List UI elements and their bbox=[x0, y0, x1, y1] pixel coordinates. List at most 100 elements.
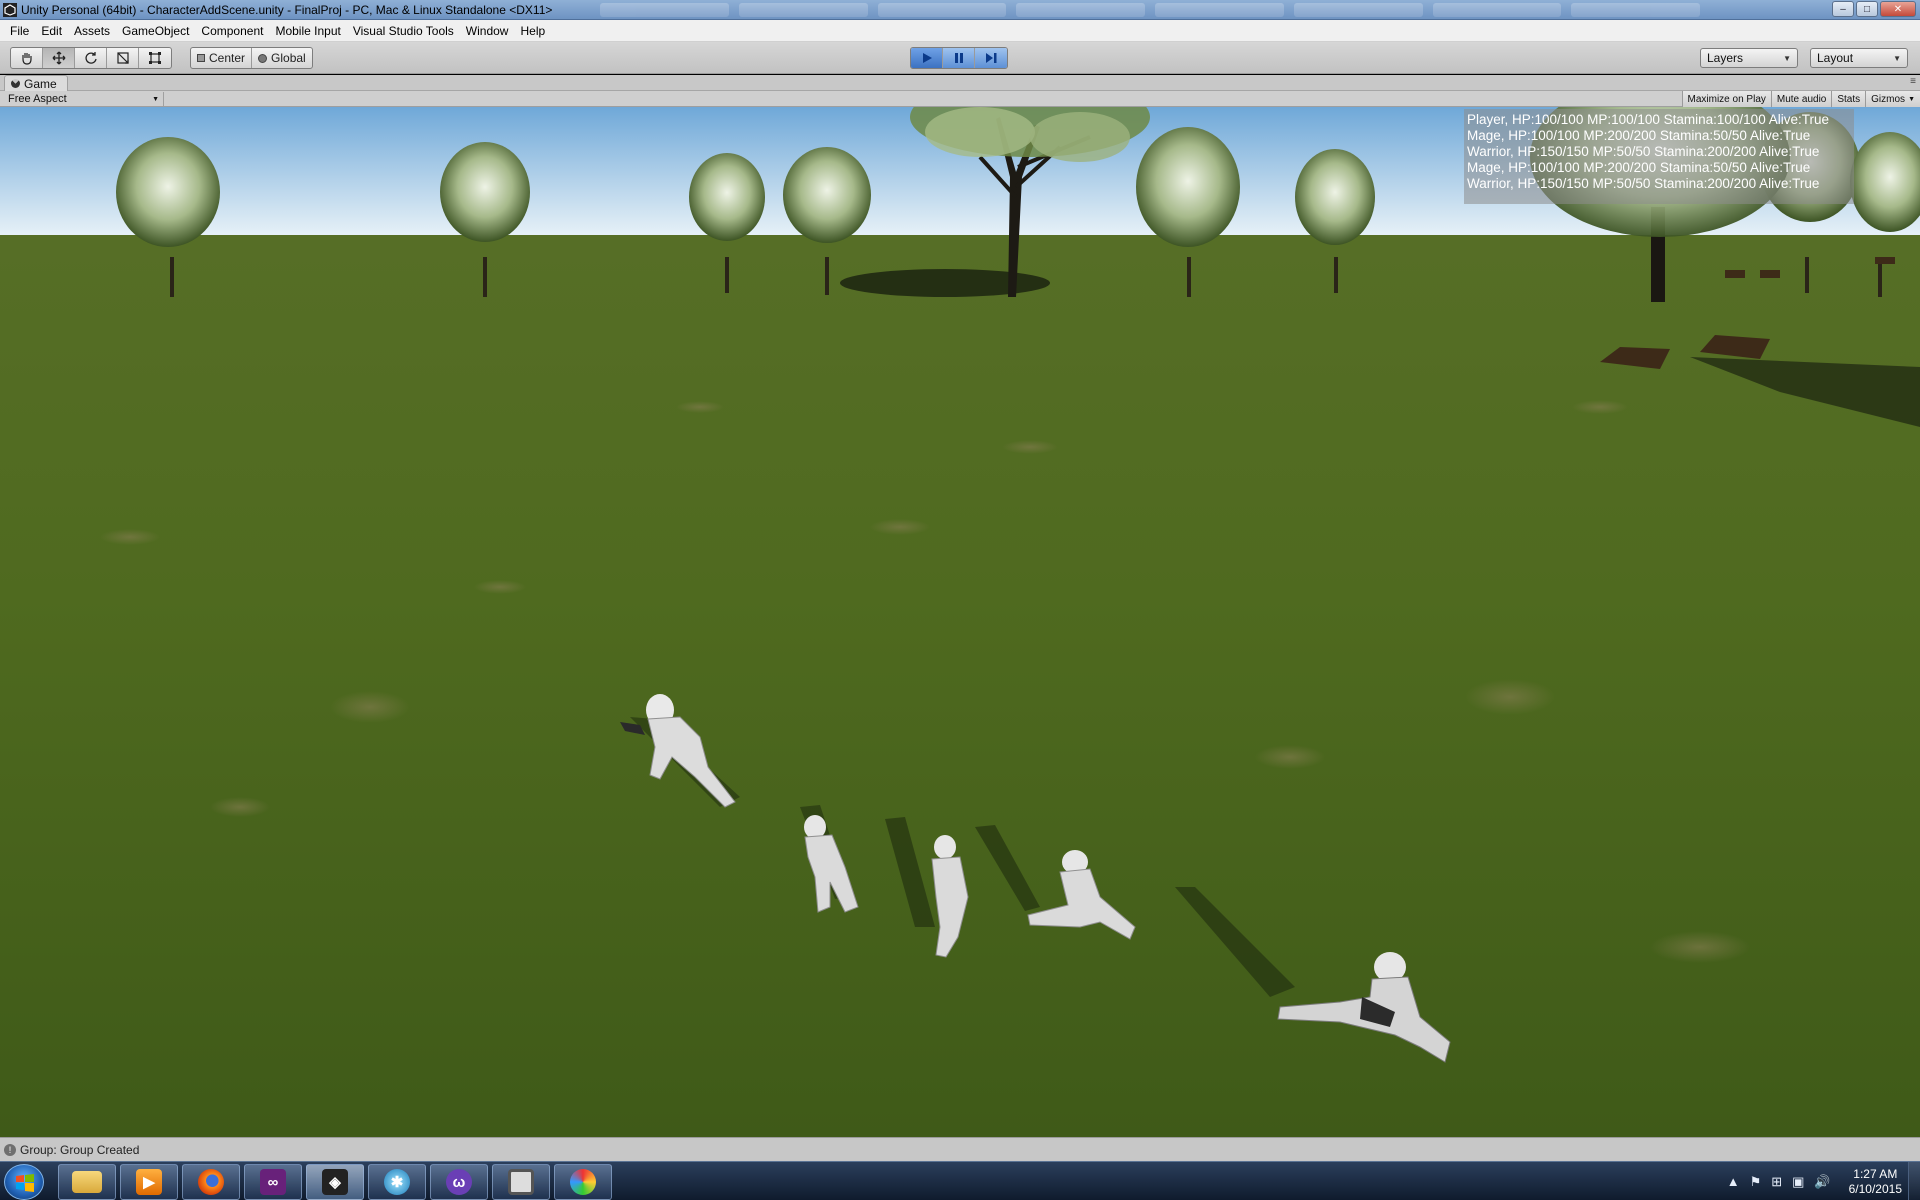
pivot-center-label: Center bbox=[209, 51, 246, 65]
dropdown-arrow-icon: ▼ bbox=[152, 95, 159, 103]
taskbar-blank-app[interactable] bbox=[492, 1164, 550, 1200]
step-button[interactable] bbox=[975, 48, 1007, 68]
cat-app-icon: ω bbox=[446, 1169, 472, 1195]
rotate-tool-button[interactable] bbox=[75, 48, 107, 68]
globe-icon bbox=[258, 53, 268, 63]
volume-icon[interactable]: 🔊 bbox=[1814, 1174, 1830, 1190]
taskbar-paint[interactable] bbox=[554, 1164, 612, 1200]
layout-label: Layout bbox=[1817, 51, 1854, 65]
aspect-label: Free Aspect bbox=[8, 93, 67, 105]
pivot-global-button[interactable]: Global bbox=[252, 48, 312, 68]
visual-studio-icon: ∞ bbox=[260, 1169, 286, 1195]
game-panel-tabbar: Game ≡ bbox=[0, 75, 1920, 91]
taskbar-firefox[interactable] bbox=[182, 1164, 240, 1200]
grass-field bbox=[0, 235, 1920, 1137]
clock-date: 6/10/2015 bbox=[1848, 1181, 1902, 1196]
game-panel-controls: Free Aspect ▼ Maximize on Play Mute audi… bbox=[0, 91, 1920, 107]
tab-game[interactable]: Game bbox=[4, 75, 68, 91]
game-tab-label: Game bbox=[24, 76, 57, 91]
dropdown-arrow-icon: ▼ bbox=[1908, 95, 1915, 103]
menu-mobile-input[interactable]: Mobile Input bbox=[269, 20, 346, 42]
transform-tools bbox=[10, 47, 172, 69]
scale-tool-button[interactable] bbox=[107, 48, 139, 68]
start-button[interactable] bbox=[4, 1164, 44, 1200]
show-hidden-icons-icon[interactable]: ▲ bbox=[1727, 1174, 1740, 1189]
blank-app-icon bbox=[508, 1169, 534, 1195]
rect-icon bbox=[149, 52, 161, 64]
taskbar-media-player[interactable]: ▶ bbox=[120, 1164, 178, 1200]
play-button[interactable] bbox=[911, 48, 943, 68]
maximize-on-play-toggle[interactable]: Maximize on Play bbox=[1681, 91, 1771, 107]
stats-line-player: Player, HP:100/100 MP:100/100 Stamina:10… bbox=[1467, 112, 1829, 127]
pause-button[interactable] bbox=[943, 48, 975, 68]
character-stats-overlay: Player, HP:100/100 MP:100/100 Stamina:10… bbox=[1464, 109, 1854, 204]
close-button[interactable]: ✕ bbox=[1880, 1, 1916, 17]
menu-assets[interactable]: Assets bbox=[68, 20, 116, 42]
main-toolbar: Center Global Layers ▼ Layout ▼ bbox=[0, 42, 1920, 74]
taskbar-visual-studio[interactable]: ∞ bbox=[244, 1164, 302, 1200]
media-player-icon: ▶ bbox=[136, 1169, 162, 1195]
play-controls bbox=[910, 47, 1008, 69]
menu-edit[interactable]: Edit bbox=[35, 20, 68, 42]
windows-logo-icon bbox=[16, 1174, 34, 1192]
dropdown-arrow-icon: ▼ bbox=[1893, 53, 1901, 63]
hand-icon bbox=[21, 53, 32, 65]
show-desktop-button[interactable] bbox=[1908, 1162, 1920, 1200]
taskbar-app[interactable]: ✱ bbox=[368, 1164, 426, 1200]
taskbar-cat-app[interactable]: ω bbox=[430, 1164, 488, 1200]
taskbar-unity[interactable]: ◈ bbox=[306, 1164, 364, 1200]
rect-tool-button[interactable] bbox=[139, 48, 171, 68]
firefox-icon bbox=[198, 1169, 224, 1195]
menu-visual-studio-tools[interactable]: Visual Studio Tools bbox=[347, 20, 460, 42]
gizmos-label: Gizmos bbox=[1871, 93, 1906, 105]
mute-audio-toggle[interactable]: Mute audio bbox=[1770, 91, 1832, 107]
scale-icon bbox=[116, 52, 129, 64]
maximize-button[interactable]: □ bbox=[1856, 1, 1878, 17]
stats-toggle[interactable]: Stats bbox=[1831, 91, 1866, 107]
panel-menu-icon[interactable]: ≡ bbox=[1910, 76, 1916, 87]
aspect-dropdown[interactable]: Free Aspect ▼ bbox=[4, 92, 164, 106]
minimize-button[interactable]: – bbox=[1832, 1, 1854, 17]
game-pacman-icon bbox=[11, 79, 20, 88]
move-tool-button[interactable] bbox=[43, 48, 75, 68]
stats-line-warrior-2: Warrior, HP:150/150 MP:50/50 Stamina:200… bbox=[1467, 176, 1820, 191]
step-icon bbox=[986, 53, 997, 63]
menu-file[interactable]: File bbox=[4, 20, 35, 42]
paint-icon bbox=[570, 1169, 596, 1195]
menu-bar: File Edit Assets GameObject Component Mo… bbox=[0, 20, 1920, 42]
stats-line-warrior-1: Warrior, HP:150/150 MP:50/50 Stamina:200… bbox=[1467, 144, 1820, 159]
status-message: Group: Group Created bbox=[20, 1142, 140, 1157]
clock-time: 1:27 AM bbox=[1853, 1166, 1898, 1181]
unity-icon: ◈ bbox=[322, 1169, 348, 1195]
game-viewport[interactable]: Player, HP:100/100 MP:100/100 Stamina:10… bbox=[0, 107, 1920, 1137]
hand-tool-button[interactable] bbox=[11, 48, 43, 68]
window-titlebar: Unity Personal (64bit) - CharacterAddSce… bbox=[0, 0, 1920, 20]
taskbar-explorer[interactable] bbox=[58, 1164, 116, 1200]
action-center-flag-icon[interactable]: ⚑ bbox=[1750, 1174, 1762, 1190]
menu-gameobject[interactable]: GameObject bbox=[116, 20, 195, 42]
gizmos-dropdown[interactable]: Gizmos ▼ bbox=[1865, 91, 1920, 107]
layers-label: Layers bbox=[1707, 51, 1744, 65]
console-status-bar[interactable]: ! Group: Group Created bbox=[0, 1137, 1920, 1161]
network-icon[interactable]: ▣ bbox=[1792, 1174, 1804, 1190]
dropdown-arrow-icon: ▼ bbox=[1783, 53, 1791, 63]
rotate-icon bbox=[84, 52, 97, 64]
stats-line-mage-1: Mage, HP:100/100 MP:200/200 Stamina:50/5… bbox=[1467, 128, 1811, 143]
menu-help[interactable]: Help bbox=[514, 20, 551, 42]
menu-component[interactable]: Component bbox=[195, 20, 269, 42]
windows-taskbar: ▶ ∞ ◈ ✱ ω ▲ ⚑ ⊞ ▣ 🔊 1:27 AM 6/10/2015 bbox=[0, 1161, 1920, 1200]
play-icon bbox=[922, 53, 932, 63]
stats-line-mage-2: Mage, HP:100/100 MP:200/200 Stamina:50/5… bbox=[1467, 160, 1811, 175]
windows-update-icon[interactable]: ⊞ bbox=[1771, 1174, 1782, 1190]
game-scene bbox=[0, 107, 1920, 1137]
window-title: Unity Personal (64bit) - CharacterAddSce… bbox=[21, 3, 553, 17]
menu-window[interactable]: Window bbox=[460, 20, 515, 42]
unity-app-icon bbox=[3, 3, 17, 17]
background-browser-tabs bbox=[600, 3, 1700, 17]
move-icon bbox=[52, 51, 65, 65]
pivot-global-label: Global bbox=[271, 51, 306, 65]
layers-dropdown[interactable]: Layers ▼ bbox=[1700, 48, 1798, 68]
pivot-center-button[interactable]: Center bbox=[191, 48, 253, 68]
layout-dropdown[interactable]: Layout ▼ bbox=[1810, 48, 1908, 68]
system-clock[interactable]: 1:27 AM 6/10/2015 bbox=[1849, 1167, 1902, 1197]
